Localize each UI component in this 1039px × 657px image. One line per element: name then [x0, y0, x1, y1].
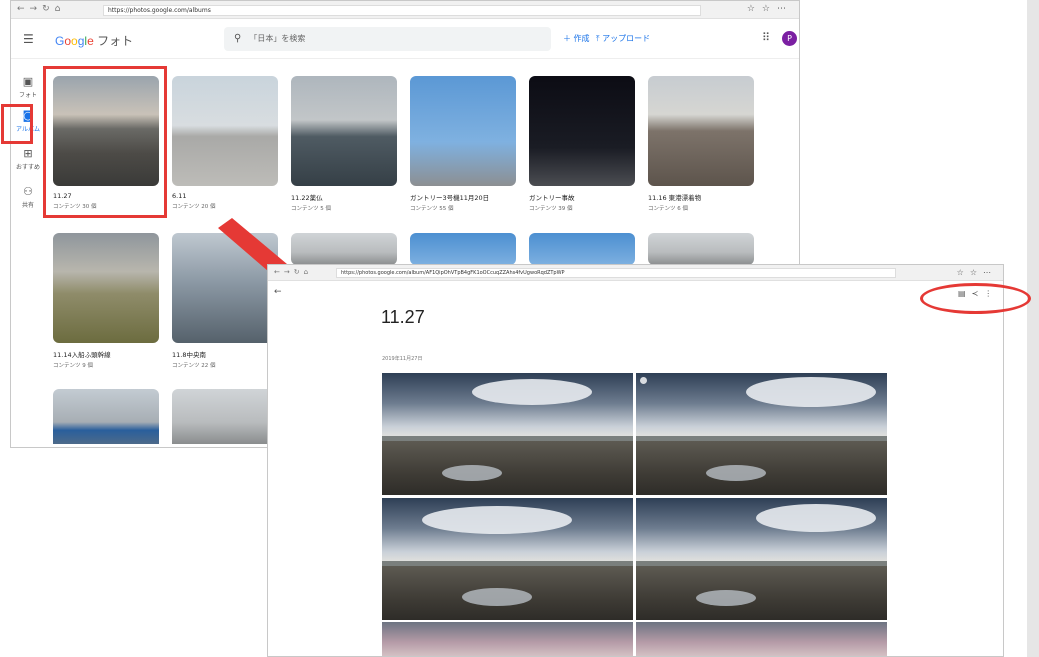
album-thumbnail [648, 233, 754, 265]
album-card[interactable] [53, 389, 159, 444]
photo-icon: ▣ [22, 75, 34, 88]
album-card[interactable]: 11.22薬仏 コンテンツ 5 個 [291, 76, 397, 212]
logo-photos-text: フォト [97, 34, 134, 48]
album-card[interactable]: ガントリー事故 コンテンツ 39 個 [529, 76, 635, 212]
browser-action-icons[interactable]: ☆☆⋯ [747, 4, 793, 14]
people-icon: ⚇ [23, 185, 33, 198]
upload-button[interactable]: ⤒ アップロード [596, 33, 650, 44]
album-thumbnail [529, 76, 635, 186]
album-title: 11.22薬仏 [291, 194, 323, 202]
google-photos-logo[interactable]: Google フォト [55, 32, 133, 49]
album-title: 6.11 [172, 192, 187, 200]
sidebar-highlight-box [1, 104, 33, 144]
search-icon: ⚲ [234, 33, 242, 44]
photo-tile[interactable] [382, 498, 633, 620]
album-card[interactable] [172, 389, 278, 444]
browser-action-icons[interactable]: ☆☆⋯ [957, 268, 997, 277]
photo-tile[interactable] [636, 498, 887, 620]
album-thumbnail [410, 76, 516, 186]
album-thumbnail [291, 76, 397, 186]
album-count: コンテンツ 22 個 [172, 363, 216, 369]
add-icon: ⊞ [23, 147, 33, 160]
album-thumbnail [410, 233, 516, 265]
menu-icon[interactable]: ☰ [23, 32, 34, 46]
browser-toolbar: ←→↻⌂ https://photos.google.com/album/AF1… [268, 265, 1003, 281]
back-arrow-icon[interactable]: ← [274, 287, 282, 297]
logo-google: Google [55, 34, 94, 48]
album-count: コンテンツ 39 個 [529, 206, 573, 212]
album-thumbnail [529, 233, 635, 265]
album-count: コンテンツ 9 個 [53, 363, 93, 369]
album-count: コンテンツ 20 個 [172, 204, 216, 210]
album-thumbnail [53, 389, 159, 444]
photo-tile[interactable] [382, 622, 633, 656]
photo-tile[interactable] [636, 373, 887, 495]
album-title: ガントリー事故 [529, 194, 575, 202]
search-placeholder: 「日本」を検索 [249, 34, 306, 43]
album-thumbnail [53, 233, 159, 343]
album-title: 11.14入船ふ頭幹線 [53, 351, 111, 359]
browser-toolbar: ←→↻⌂ https://photos.google.com/albums ☆☆… [11, 1, 799, 19]
toolbar-highlight-ellipse [920, 283, 1031, 314]
album-card[interactable]: 11.14入船ふ頭幹線 コンテンツ 9 個 [53, 233, 159, 369]
browser-nav-buttons[interactable]: ←→↻⌂ [17, 4, 65, 14]
album-thumbnail [172, 389, 278, 444]
apps-grid-icon[interactable]: ⠿ [762, 31, 770, 44]
sidebar-item-sharing[interactable]: ⚇ 共有 [13, 185, 43, 209]
album-date: 2019年11月27日 [382, 356, 423, 362]
album-card[interactable] [648, 233, 754, 265]
photo-tile[interactable] [636, 622, 887, 656]
album-thumbnail [648, 76, 754, 186]
album-card[interactable]: 11.16 東港漂着物 コンテンツ 6 個 [648, 76, 754, 212]
album-highlight-box [43, 66, 167, 218]
tutorial-screenshot: ←→↻⌂ https://photos.google.com/albums ☆☆… [0, 0, 1039, 657]
address-bar[interactable]: https://photos.google.com/albums [103, 5, 701, 16]
album-title: 11.16 東港漂着物 [648, 194, 702, 202]
browser-nav-buttons[interactable]: ←→↻⌂ [274, 268, 312, 276]
album-card[interactable] [410, 233, 516, 265]
album-card[interactable]: ガントリー3号機11月20日 コンテンツ 55 個 [410, 76, 516, 212]
photos-header: ☰ Google フォト ⚲ 「日本」を検索 ＋ 作成 ⤒ アップロード ⠿ P [11, 19, 799, 59]
album-count: コンテンツ 5 個 [291, 206, 331, 212]
album-title: 11.8中央南 [172, 351, 206, 359]
photo-tile[interactable] [382, 373, 633, 495]
album-window: ←→↻⌂ https://photos.google.com/album/AF1… [267, 264, 1004, 657]
sidebar-item-for-you[interactable]: ⊞ おすすめ [13, 147, 43, 171]
avatar[interactable]: P [782, 31, 797, 46]
album-title: 11.27 [381, 307, 425, 327]
select-check-icon[interactable] [640, 377, 647, 384]
album-count: コンテンツ 6 個 [648, 206, 688, 212]
search-input[interactable]: ⚲ 「日本」を検索 [224, 27, 551, 51]
album-card[interactable] [529, 233, 635, 265]
album-title: ガントリー3号機11月20日 [410, 194, 490, 202]
page-side-strip [1027, 0, 1039, 657]
address-bar[interactable]: https://photos.google.com/album/AF1QipOh… [336, 268, 896, 278]
create-button[interactable]: ＋ 作成 [563, 33, 590, 44]
album-count: コンテンツ 55 個 [410, 206, 454, 212]
album-card[interactable]: 6.11 コンテンツ 20 個 [172, 76, 278, 210]
album-thumbnail [172, 76, 278, 186]
sidebar-item-photos[interactable]: ▣ フォト [13, 75, 43, 99]
